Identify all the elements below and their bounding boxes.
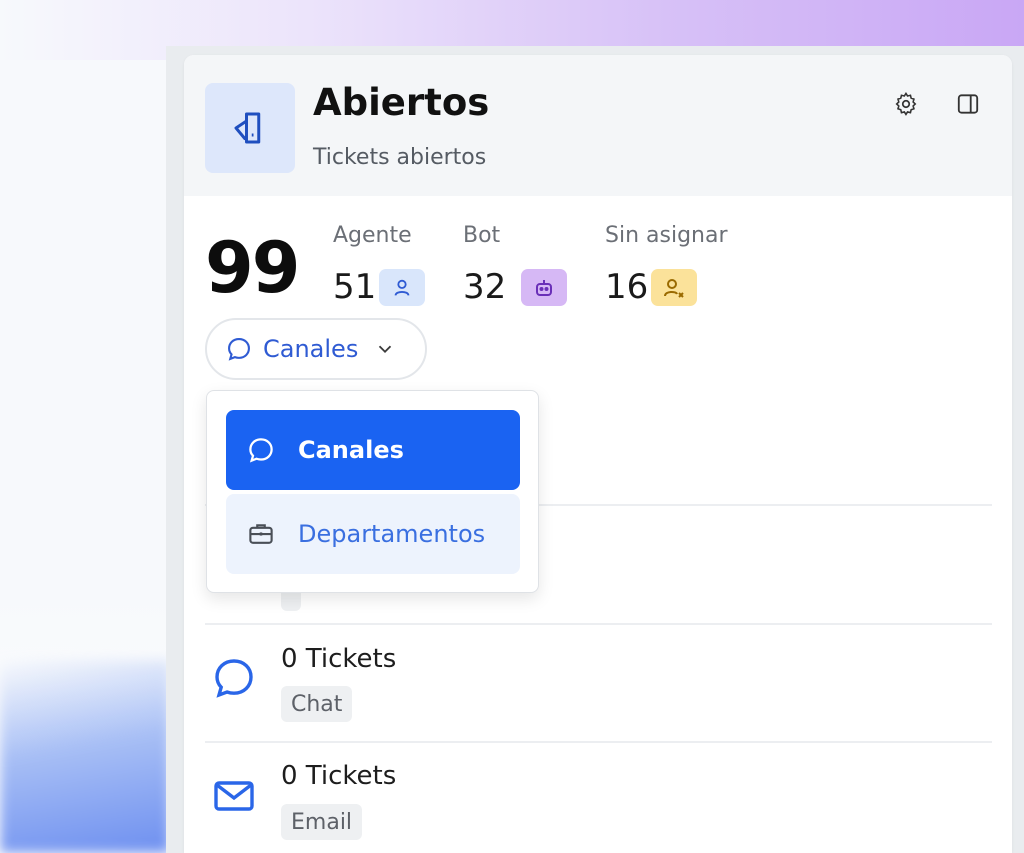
sidebar-toggle-icon bbox=[957, 94, 979, 114]
agent-count: 51 bbox=[333, 267, 377, 307]
dropdown-option-label: Canales bbox=[298, 436, 404, 464]
briefcase-icon bbox=[249, 524, 273, 544]
chat-bubble-icon bbox=[228, 338, 250, 361]
unassigned-badge bbox=[651, 269, 697, 306]
chat-ticket-count: 0 Tickets bbox=[281, 644, 397, 674]
user-icon bbox=[394, 279, 410, 296]
chat-channel-tag: Chat bbox=[281, 686, 353, 722]
settings-button[interactable] bbox=[891, 89, 921, 119]
total-open-count: 99 bbox=[205, 227, 300, 309]
gear-icon bbox=[895, 92, 917, 116]
dropdown-option-label: Departamentos bbox=[298, 520, 486, 548]
dropdown-option-departamentos[interactable]: Departamentos bbox=[226, 494, 520, 574]
bot-icon bbox=[536, 279, 552, 296]
email-ticket-count: 0 Tickets bbox=[281, 761, 397, 791]
bot-count: 32 bbox=[463, 267, 507, 307]
chat-bubble-icon bbox=[208, 652, 260, 704]
bot-label: Bot bbox=[463, 223, 501, 248]
bot-badge bbox=[521, 269, 567, 306]
chevron-down-icon bbox=[374, 338, 396, 360]
chat-bubble-icon bbox=[249, 438, 273, 463]
dropdown-option-canales[interactable]: Canales bbox=[226, 410, 520, 490]
unassigned-label: Sin asignar bbox=[605, 223, 728, 248]
agent-label: Agente bbox=[333, 223, 412, 248]
row-divider bbox=[205, 741, 992, 743]
grouping-selector[interactable]: Canales bbox=[205, 318, 427, 380]
toggle-panel-button[interactable] bbox=[953, 89, 983, 119]
page-subtitle: Tickets abiertos bbox=[313, 145, 487, 170]
mail-icon bbox=[208, 770, 260, 822]
agent-badge bbox=[379, 269, 425, 306]
ticket-icon bbox=[205, 83, 295, 173]
unassigned-count: 16 bbox=[605, 267, 649, 307]
grouping-dropdown-menu: Canales Departamentos bbox=[206, 390, 539, 593]
row-divider bbox=[205, 623, 992, 625]
card-header: Abiertos Tickets abiertos bbox=[184, 55, 1012, 196]
background-gradient-bottom bbox=[0, 660, 170, 853]
grouping-selector-label: Canales bbox=[263, 335, 359, 363]
email-channel-tag: Email bbox=[281, 804, 363, 840]
page-title: Abiertos bbox=[313, 81, 490, 124]
user-x-icon bbox=[664, 278, 684, 298]
